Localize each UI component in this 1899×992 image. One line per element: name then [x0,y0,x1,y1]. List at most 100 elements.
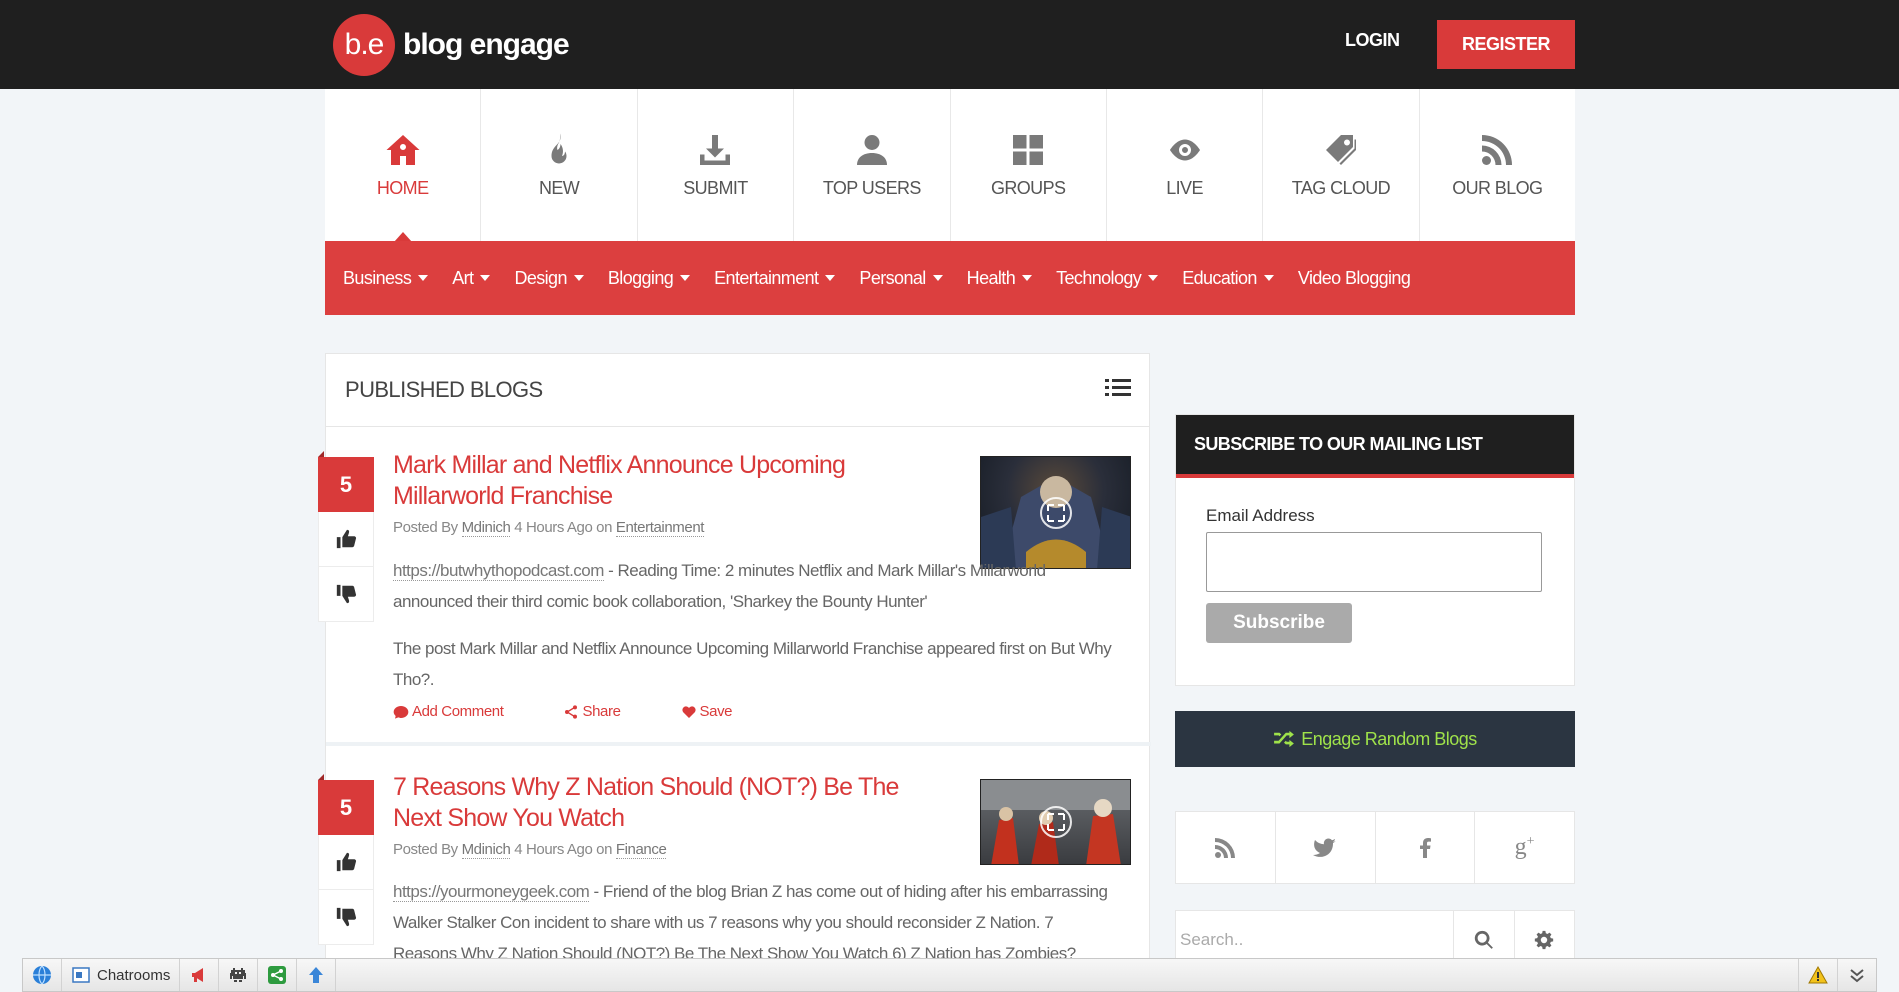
games-button[interactable] [219,959,259,991]
site-logo[interactable]: b.e blog engage [333,14,570,76]
caret-down-icon [932,275,943,281]
post-meta: Posted By Mdinich 4 Hours Ago on Finance [393,841,667,859]
published-blogs-panel: PUBLISHED BLOGS 5 Mark Millar and Netfli… [318,353,1151,992]
search-icon [1474,930,1493,949]
action-label: Save [699,703,733,720]
post-time: 4 Hours Ago [514,519,593,536]
post-title-link[interactable]: 7 Reasons Why Z Nation Should (NOT?) Be … [393,772,933,834]
register-button[interactable]: REGISTER [1437,20,1575,69]
category-label: Design [514,267,567,288]
list-view-icon[interactable] [1105,377,1131,404]
upvote-button[interactable] [318,835,374,890]
post-thumbnail[interactable] [980,456,1131,569]
upload-button[interactable] [297,959,337,991]
expand-icon [1039,496,1072,529]
random-button-label: Engage Random Blogs [1301,728,1477,749]
category-health[interactable]: Health [966,267,1033,289]
category-personal[interactable]: Personal [859,267,943,289]
category-business[interactable]: Business [343,267,429,289]
social-rss-button[interactable] [1176,812,1276,883]
twitter-icon [1313,838,1337,857]
email-field[interactable] [1206,532,1542,592]
email-label: Email Address [1206,506,1315,525]
up-arrow-icon [309,967,324,983]
nav-item-top-users[interactable]: TOP USERS [794,89,951,241]
logo-text: blog engage [403,28,570,61]
author-link[interactable]: Mdinich [461,841,511,859]
category-label: Health [966,267,1016,288]
category-label: Blogging [607,267,674,288]
source-link[interactable]: https://butwhythopodcast.com [393,561,604,581]
tags-icon [1325,134,1356,165]
author-link[interactable]: Mdinich [461,519,511,537]
category-art[interactable]: Art [452,268,491,289]
nav-item-live[interactable]: LIVE [1107,89,1264,241]
post-thumbnail[interactable] [980,779,1131,865]
post-title-link[interactable]: Mark Millar and Netflix Announce Upcomin… [393,450,933,512]
save-button[interactable]: Save [681,703,733,720]
category-label: Technology [1056,267,1142,288]
nav-label: LIVE [1166,177,1203,198]
caret-down-icon [480,275,491,281]
warning-button[interactable] [1798,959,1837,991]
share-icon [268,966,287,984]
flame-icon [551,133,567,163]
main-nav: HOME NEW SUBMIT TOP USERS GROUPS LIVE TA… [325,89,1575,242]
source-link[interactable]: https://yourmoneygeek.com [393,882,590,902]
caret-down-icon [1263,275,1274,281]
engage-random-blogs-button[interactable]: Engage Random Blogs [1175,711,1575,767]
download-icon [700,134,731,165]
login-link[interactable]: LOGIN [1345,30,1400,51]
subscribe-title: SUBSCRIBE TO OUR MAILING LIST [1176,415,1574,478]
social-googleplus-button[interactable]: g+ [1475,812,1574,883]
social-twitter-button[interactable] [1276,812,1376,883]
share-icon [565,704,578,719]
nav-item-groups[interactable]: GROUPS [951,89,1107,241]
share-toolbar-button[interactable] [258,959,298,991]
nav-label: GROUPS [990,177,1066,198]
upvote-button[interactable] [318,512,374,567]
nav-item-tag-cloud[interactable]: TAG CLOUD [1263,89,1420,241]
thumbs-up-icon [336,852,357,872]
nav-label: OUR BLOG [1452,177,1543,198]
category-video-blogging[interactable]: Video Blogging [1298,268,1411,289]
category-blogging[interactable]: Blogging [607,267,691,289]
chatrooms-button[interactable]: Chatrooms [62,959,181,991]
category-entertainment[interactable]: Entertainment [714,267,836,289]
category-label: Business [343,267,412,288]
gear-icon [1535,930,1554,950]
mailing-list-widget: SUBSCRIBE TO OUR MAILING LIST Email Addr… [1175,414,1575,686]
megaphone-icon [192,968,204,982]
vote-box: 5 [318,451,374,622]
category-education[interactable]: Education [1182,268,1274,289]
category-design[interactable]: Design [514,267,584,289]
category-link[interactable]: Entertainment [615,519,704,537]
double-chevron-down-icon [1850,969,1864,983]
category-label: Entertainment [714,267,819,288]
post-divider [326,742,1151,746]
nav-item-our-blog[interactable]: OUR BLOG [1420,89,1575,241]
category-label: Education [1182,267,1257,288]
posted-by-label: Posted By [393,841,458,858]
category-technology[interactable]: Technology [1056,267,1159,289]
announce-button[interactable] [180,959,220,991]
chatrooms-label: Chatrooms [97,966,171,984]
thumbs-up-icon [336,529,357,549]
social-facebook-button[interactable] [1376,812,1476,883]
category-link[interactable]: Finance [615,841,667,859]
caret-down-icon [680,275,691,281]
thumbs-down-icon [336,907,357,927]
downvote-button[interactable] [318,890,374,945]
add-comment-button[interactable]: Add Comment [393,703,504,720]
share-button[interactable]: Share [563,703,621,720]
downvote-button[interactable] [318,567,374,622]
subscribe-button[interactable]: Subscribe [1206,603,1352,643]
collapse-toolbar-button[interactable] [1837,959,1876,991]
nav-label: TOP USERS [822,177,922,198]
nav-item-home[interactable]: HOME [325,89,482,242]
category-label: Personal [859,267,926,288]
vote-count: 5 [318,451,374,512]
nav-item-submit[interactable]: SUBMIT [638,89,795,241]
globe-button[interactable] [23,959,62,991]
nav-item-new[interactable]: NEW [481,89,638,241]
